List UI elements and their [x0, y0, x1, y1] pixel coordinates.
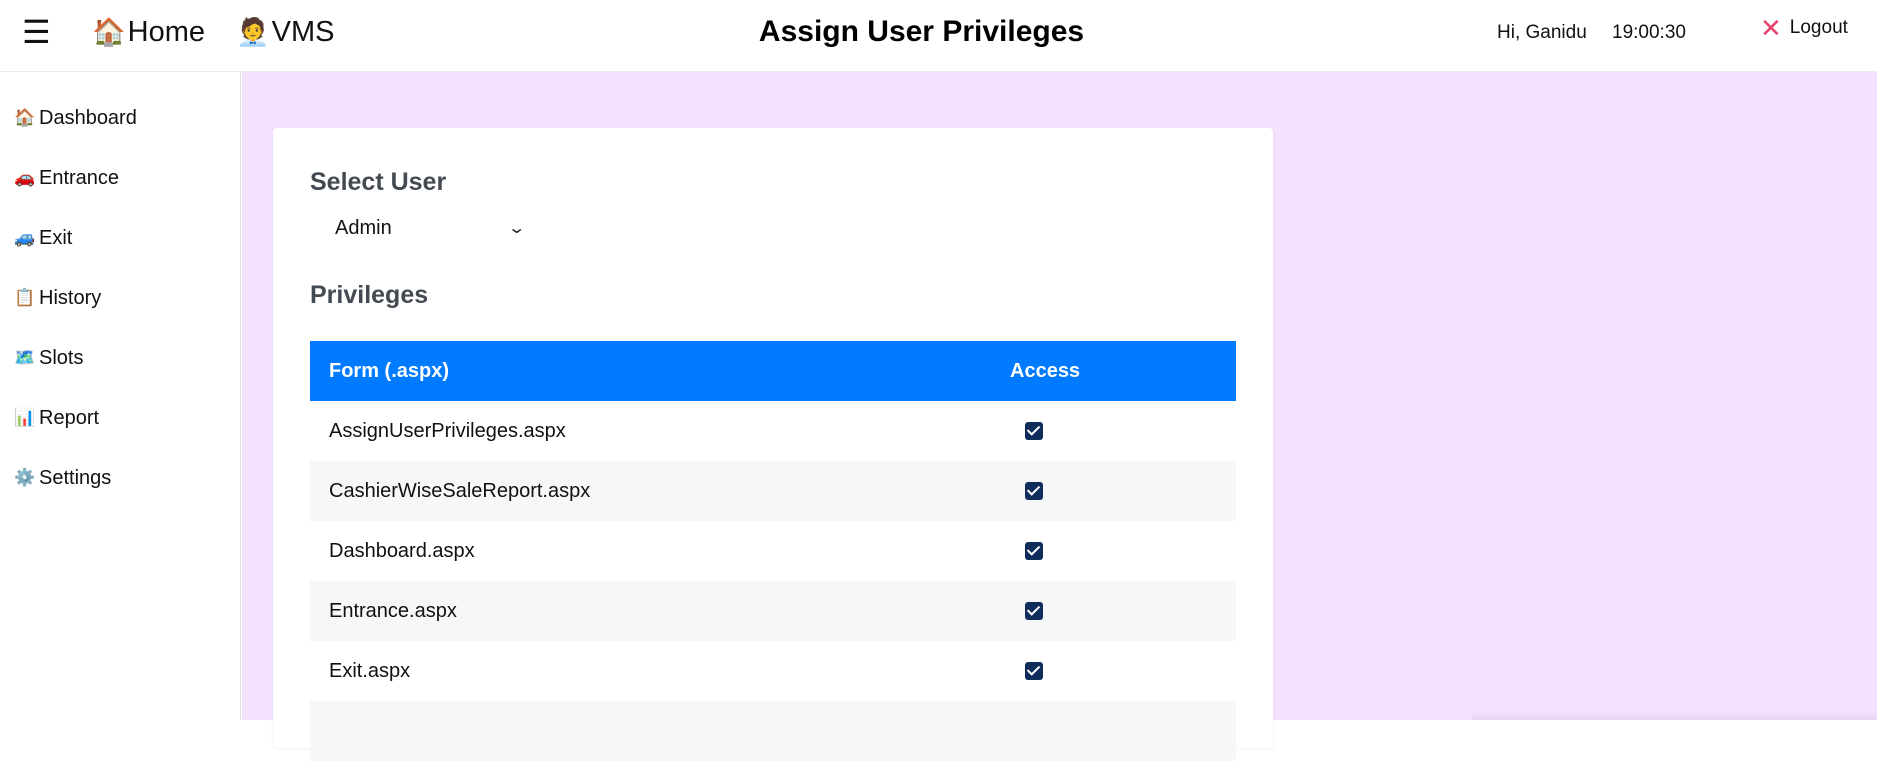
sidebar-item-exit[interactable]: 🚙 Exit	[14, 223, 72, 253]
access-checkbox[interactable]	[1025, 662, 1043, 680]
suv-icon: 🚙	[14, 228, 36, 247]
table-row: AssignUserPrivileges.aspx	[310, 401, 1236, 461]
sidebar-item-settings[interactable]: ⚙️ Settings	[14, 463, 111, 493]
form-name-cell: CashierWiseSaleReport.aspx	[329, 479, 591, 502]
sidebar-item-entrance[interactable]: 🚗 Entrance	[14, 163, 119, 193]
sidebar-item-label: Settings	[39, 466, 112, 489]
sidebar: 🏠 Dashboard 🚗 Entrance 🚙 Exit 📋 History …	[0, 72, 241, 720]
form-name-cell: AssignUserPrivileges.aspx	[329, 419, 566, 442]
sidebar-item-report[interactable]: 📊 Report	[14, 403, 99, 433]
access-cell	[1010, 602, 1236, 620]
access-checkbox[interactable]	[1025, 482, 1043, 500]
sidebar-item-label: History	[39, 286, 102, 309]
sidebar-item-label: Entrance	[39, 166, 120, 189]
table-row	[310, 701, 1236, 761]
sidebar-item-label: Dashboard	[39, 106, 137, 129]
access-cell	[1010, 422, 1236, 440]
sidebar-item-history[interactable]: 📋 History	[14, 283, 101, 313]
user-select-dropdown[interactable]: Admin ⌄	[319, 213, 531, 243]
sidebar-item-dashboard[interactable]: 🏠 Dashboard	[14, 103, 137, 133]
logout-label: Logout	[1789, 17, 1848, 38]
privileges-card: Select User Admin ⌄ Privileges Form (.as…	[273, 128, 1273, 761]
sidebar-item-label: Slots	[39, 346, 84, 369]
form-name-cell: Exit.aspx	[329, 659, 411, 682]
chevron-down-icon: ⌄	[506, 220, 526, 237]
close-x-icon: ✕	[1760, 13, 1782, 43]
map-icon: 🗺️	[14, 348, 36, 367]
column-header-form: Form (.aspx)	[329, 359, 450, 382]
access-cell	[1010, 662, 1236, 680]
table-row: CashierWiseSaleReport.aspx	[310, 461, 1236, 521]
sidebar-item-label: Report	[39, 406, 100, 429]
access-cell	[1010, 482, 1236, 500]
access-checkbox[interactable]	[1025, 542, 1043, 560]
table-row: Exit.aspx	[310, 641, 1236, 701]
form-name-cell: Entrance.aspx	[329, 599, 457, 622]
form-name-cell: Dashboard.aspx	[329, 539, 475, 562]
table-row: Dashboard.aspx	[310, 521, 1236, 581]
select-user-heading: Select User	[310, 168, 447, 196]
user-greeting: Hi, Ganidu	[1497, 22, 1587, 43]
top-bar: ☰ 🏠 Home 🧑‍💼 VMS Assign User Privileges …	[0, 0, 1877, 72]
floating-panel-shadow	[1472, 712, 1877, 720]
selected-user-value: Admin	[335, 216, 392, 239]
sidebar-item-label: Exit	[39, 226, 73, 249]
logout-button[interactable]: ✕ Logout	[1760, 13, 1848, 43]
privileges-table: Form (.aspx) Access AssignUserPrivileges…	[310, 341, 1236, 761]
clipboard-icon: 📋	[14, 288, 36, 307]
privileges-heading: Privileges	[310, 281, 429, 309]
car-icon: 🚗	[14, 168, 36, 187]
column-header-access: Access	[1010, 359, 1081, 382]
gear-icon: ⚙️	[14, 468, 36, 487]
table-header: Form (.aspx) Access	[310, 341, 1236, 401]
table-row: Entrance.aspx	[310, 581, 1236, 641]
main-content: Select User Admin ⌄ Privileges Form (.as…	[242, 72, 1877, 761]
clock: 19:00:30	[1612, 22, 1686, 43]
sidebar-item-slots[interactable]: 🗺️ Slots	[14, 343, 83, 373]
access-cell	[1010, 542, 1236, 560]
bar-chart-icon: 📊	[14, 408, 36, 427]
access-checkbox[interactable]	[1025, 422, 1043, 440]
house-icon: 🏠	[14, 108, 36, 127]
access-checkbox[interactable]	[1025, 602, 1043, 620]
